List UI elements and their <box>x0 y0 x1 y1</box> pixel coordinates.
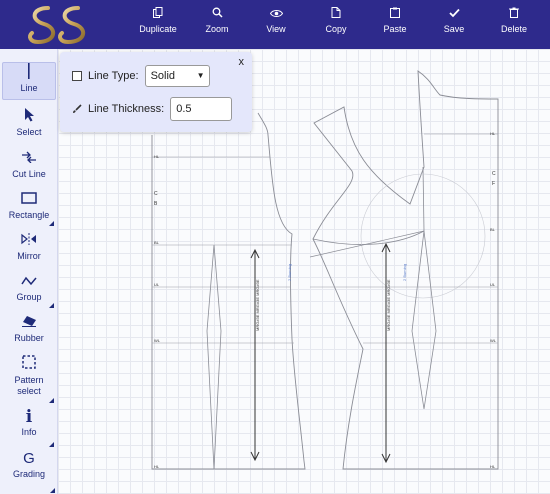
copy-button[interactable]: Copy <box>306 6 366 44</box>
cut-line-icon <box>2 149 56 169</box>
eraser-icon <box>2 313 56 333</box>
back-dart <box>206 244 222 470</box>
delete-button[interactable]: Delete <box>484 6 544 44</box>
label-c-left: C <box>154 191 158 197</box>
grain-text-right: MRG#3E MRG#3E MRG#3E <box>386 279 391 331</box>
line-thickness-row: Line Thickness: 0.5 <box>72 97 233 121</box>
sidebar-item-pattern-select[interactable]: Pattern select <box>2 355 56 403</box>
line-type-checkbox[interactable] <box>72 71 82 81</box>
submenu-caret-icon <box>50 488 55 493</box>
chevron-down-icon: ▼ <box>196 71 205 80</box>
info-icon: i <box>25 407 33 427</box>
duplicate-icon <box>128 6 188 24</box>
sidebar-item-rectangle[interactable]: Rectangle <box>2 190 56 226</box>
sidebar-item-info[interactable]: i Info <box>2 407 56 447</box>
sidebar-item-line[interactable]: Line <box>2 62 56 100</box>
submenu-caret-icon <box>49 442 54 447</box>
label-bl-right: BL <box>490 227 496 232</box>
blue-note-right: 2 Burning <box>402 264 407 281</box>
view-button[interactable]: View <box>246 6 306 44</box>
blue-note-left: 2 Burning <box>287 264 292 281</box>
line-properties-panel: x Line Type: Solid ▼ Line Thickness: 0.5 <box>60 52 252 132</box>
label-b-left: B <box>154 201 158 207</box>
sidebar-item-cut-line[interactable]: Cut Line <box>2 149 56 185</box>
front-dart <box>411 230 437 410</box>
label-hl-left: HL <box>154 154 160 159</box>
sidebar-item-mirror[interactable]: Mirror <box>2 231 56 267</box>
zoom-button[interactable]: Zoom <box>187 6 247 44</box>
delete-icon <box>484 6 544 24</box>
line-type-row: Line Type: Solid ▼ <box>72 65 210 87</box>
line-thickness-input[interactable]: 0.5 <box>170 97 233 121</box>
paste-icon <box>365 6 425 24</box>
line-icon <box>3 63 55 83</box>
eye-icon <box>246 6 306 24</box>
zoom-icon <box>187 6 247 24</box>
grading-icon: G <box>23 450 35 467</box>
label-hl-right-bottom: HL <box>490 464 496 469</box>
label-wl-right: WL <box>490 338 497 343</box>
mirror-icon <box>2 231 56 251</box>
submenu-caret-icon <box>49 303 54 308</box>
back-bodice-outline <box>151 134 306 470</box>
line-type-select[interactable]: Solid ▼ <box>144 65 210 87</box>
close-icon[interactable]: x <box>239 56 245 68</box>
duplicate-button[interactable]: Duplicate <box>128 6 188 44</box>
paste-button[interactable]: Paste <box>365 6 425 44</box>
label-wl-left: WL <box>154 338 161 343</box>
top-toolbar: Duplicate Zoom View Copy Paste Save Dele… <box>0 0 550 49</box>
tool-sidebar: Line Select Cut Line Rectangle Mirror Gr… <box>0 49 58 494</box>
submenu-caret-icon <box>49 221 54 226</box>
rectangle-icon <box>2 190 56 210</box>
label-bl-left: BL <box>154 240 160 245</box>
sidebar-item-grading[interactable]: G Grading <box>2 449 56 489</box>
sidebar-item-rubber[interactable]: Rubber <box>2 313 56 349</box>
sidebar-item-select[interactable]: Select <box>2 107 56 143</box>
label-c-right: C <box>492 171 496 177</box>
brand-logo <box>28 6 85 45</box>
save-icon <box>424 6 484 24</box>
grain-text-left: MRG#3E MRG#3E MRG#3E <box>255 279 260 331</box>
label-hl-left-bottom: HL <box>154 464 160 469</box>
label-ul-right: UL <box>490 282 496 287</box>
brush-icon <box>73 104 82 113</box>
sidebar-item-group[interactable]: Group <box>2 272 56 308</box>
group-icon <box>2 272 56 292</box>
pattern-select-icon <box>2 355 56 375</box>
line-thickness-label: Line Thickness: <box>88 103 165 115</box>
line-type-label: Line Type: <box>88 70 139 82</box>
cursor-icon <box>2 107 56 127</box>
submenu-caret-icon <box>49 398 54 403</box>
label-hl-right: HL <box>490 131 496 136</box>
label-f-right: F <box>492 181 495 187</box>
save-button[interactable]: Save <box>424 6 484 44</box>
label-ul-left: UL <box>154 282 160 287</box>
copy-icon <box>306 6 366 24</box>
